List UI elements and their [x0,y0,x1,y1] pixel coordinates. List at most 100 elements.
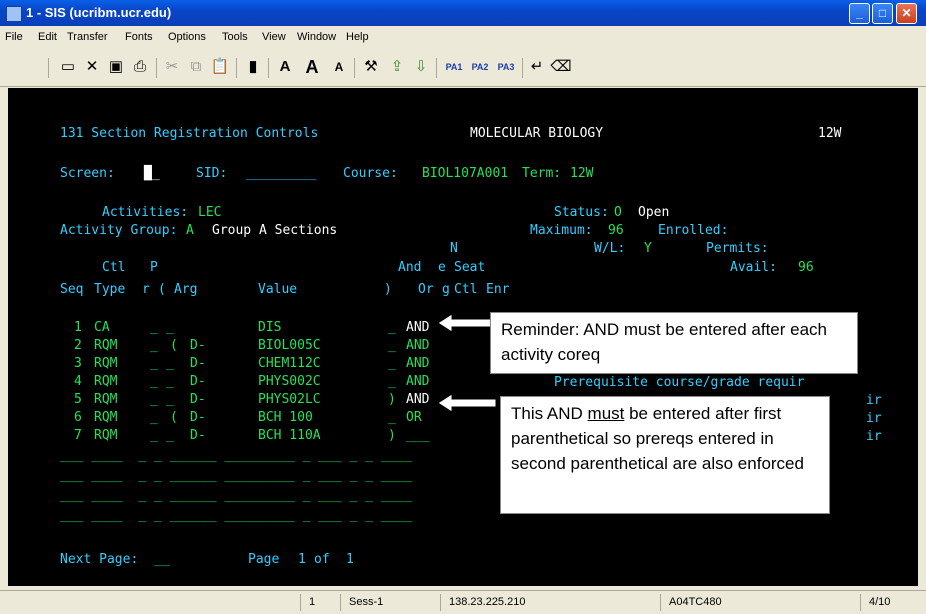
status-code: O [614,205,622,220]
menu-options[interactable]: Options [168,31,206,43]
row-andor[interactable]: AND [406,392,429,407]
row-value[interactable]: CHEM112C [258,356,321,371]
row-arg[interactable]: D- [190,392,206,407]
row-p[interactable]: _ [150,338,158,353]
save-icon[interactable]: ▣ [106,56,126,78]
maximize-button[interactable]: □ [872,3,893,24]
empty-entry-row[interactable]: ___ ____ _ _ ______ _________ _ ___ _ _ … [60,448,412,463]
row-type[interactable]: RQM [94,392,117,407]
row-type[interactable]: RQM [94,410,117,425]
row-seq: 3 [74,356,82,371]
menu-edit[interactable]: Edit [38,31,57,43]
row-arg[interactable]: D- [190,410,206,425]
row-paren[interactable]: ( [170,338,178,353]
row-andor[interactable]: ___ [406,428,429,443]
row-paren[interactable]: _ [166,320,174,335]
enter-icon[interactable]: ↵ [526,56,548,78]
erase-icon[interactable]: ⌫ [550,56,572,78]
row-type[interactable]: RQM [94,428,117,443]
row-close[interactable]: ) [388,392,396,407]
row-type[interactable]: RQM [94,338,117,353]
prereq-message-cont: ir [866,411,882,426]
empty-entry-row[interactable]: ___ ____ _ _ ______ _________ _ ___ _ _ … [60,468,412,483]
row-value[interactable]: PHYS002C [258,374,321,389]
font-increase-icon[interactable]: A [300,56,324,78]
send-file-icon[interactable]: ⇪ [386,56,408,78]
pa1-button[interactable]: PA1 [442,56,466,78]
row-arg[interactable]: D- [190,356,206,371]
toolbar-separator [436,58,437,78]
row-andor[interactable]: OR [406,410,422,425]
next-page-input[interactable]: __ [154,552,170,567]
page-label: Page [248,552,280,567]
row-paren[interactable]: _ [166,374,174,389]
row-seq: 1 [74,320,82,335]
empty-entry-row[interactable]: ___ ____ _ _ ______ _________ _ ___ _ _ … [60,508,412,523]
row-p[interactable]: _ [150,356,158,371]
row-close[interactable]: _ [388,338,396,353]
row-p[interactable]: _ [150,320,158,335]
copy-icon[interactable]: ⧉ [186,56,206,78]
row-andor[interactable]: AND [406,356,429,371]
font-decrease-icon[interactable]: A [328,56,350,78]
row-arg[interactable]: D- [190,338,206,353]
menu-transfer[interactable]: Transfer [67,31,108,43]
menu-fonts[interactable]: Fonts [125,31,153,43]
prereq-message-cont: ir [866,393,882,408]
menu-file[interactable]: File [5,31,23,43]
row-type[interactable]: CA [94,320,110,335]
sid-input[interactable]: _________ [246,166,316,181]
row-arg[interactable]: D- [190,374,206,389]
minimize-button[interactable]: _ [849,3,870,24]
menu-window[interactable]: Window [297,31,336,43]
font-size-icon[interactable]: A [274,56,296,78]
row-value[interactable]: DIS [258,320,281,335]
empty-entry-row[interactable]: ___ ____ _ _ ______ _________ _ ___ _ _ … [60,488,412,503]
cut-icon[interactable]: ✂ [162,56,182,78]
row-value[interactable]: BIOL005C [258,338,321,353]
row-value[interactable]: BCH 100 [258,410,313,425]
menu-help[interactable]: Help [346,31,369,43]
tools-icon[interactable]: ⚒ [360,56,382,78]
row-p[interactable]: _ [150,428,158,443]
menu-view[interactable]: View [262,31,286,43]
menu-tools[interactable]: Tools [222,31,248,43]
row-arg[interactable]: D- [190,428,206,443]
row-type[interactable]: RQM [94,356,117,371]
callout-text-emphasis: must [587,404,625,423]
row-close[interactable]: _ [388,410,396,425]
row-paren[interactable]: _ [166,392,174,407]
row-paren[interactable]: ( [170,410,178,425]
row-andor[interactable]: AND [406,338,429,353]
row-p[interactable]: _ [150,410,158,425]
pa3-button[interactable]: PA3 [494,56,518,78]
display-icon[interactable]: ▭ [58,56,78,78]
row-type[interactable]: RQM [94,374,117,389]
row-close[interactable]: _ [388,320,396,335]
row-paren[interactable]: _ [166,356,174,371]
row-p[interactable]: _ [150,374,158,389]
row-value[interactable]: BCH 110A [258,428,321,443]
row-p[interactable]: _ [150,392,158,407]
print-icon[interactable]: ⎙ [130,56,150,78]
row-andor[interactable]: AND [406,374,429,389]
row-close[interactable]: _ [388,374,396,389]
receive-file-icon[interactable]: ⇩ [410,56,432,78]
paste-icon[interactable]: 📋 [210,56,230,78]
hdr-or: Or [418,282,434,297]
row-close[interactable]: _ [388,356,396,371]
row-value[interactable]: PHYS02LC [258,392,321,407]
row-seq: 7 [74,428,82,443]
row-paren[interactable]: _ [166,428,174,443]
pa2-button[interactable]: PA2 [468,56,492,78]
menu-bar: File Edit Transfer Fonts Options Tools V… [0,26,926,48]
row-andor[interactable]: AND [406,320,429,335]
screen-input[interactable]: █_ [144,166,160,181]
keypad-icon[interactable]: ▮ [242,56,264,78]
and-label: And [398,260,422,275]
term-value: 12W [570,166,594,181]
close-button[interactable]: ✕ [896,3,917,24]
hdr-value: Value [258,282,298,297]
row-close[interactable]: ) [388,428,396,443]
close-session-icon[interactable]: ✕ [82,56,102,78]
